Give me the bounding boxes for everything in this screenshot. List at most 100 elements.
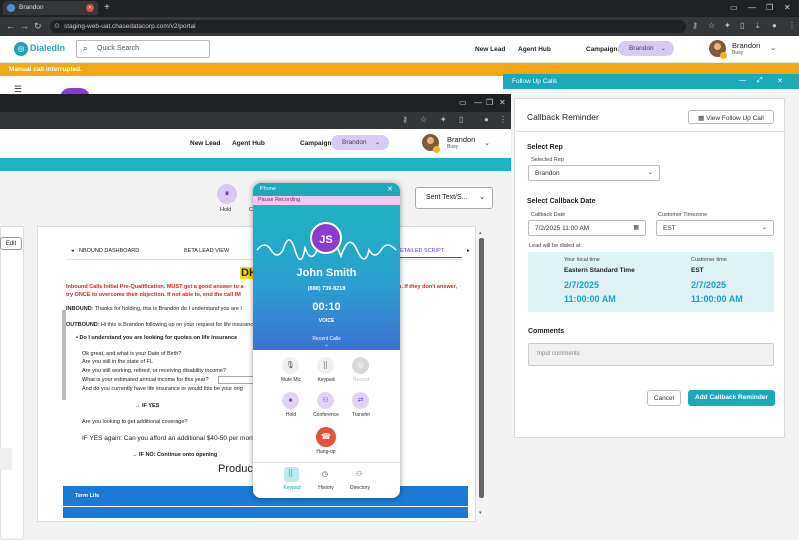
window2-close-icon[interactable]: ✕: [499, 98, 506, 107]
mute-mic-icon[interactable]: 🎙: [282, 357, 299, 374]
products-heading: Produc: [218, 463, 253, 475]
term-life-row-2: [63, 506, 468, 518]
view-follow-up-call-button[interactable]: ▦ View Follow Up Call: [688, 110, 774, 124]
script-line-work: Are you still working, retired, or recei…: [82, 368, 226, 374]
record-label: Record: [352, 377, 370, 383]
customer-timezone-select[interactable]: EST ⌄: [656, 220, 774, 236]
script-scrollbar[interactable]: [479, 238, 484, 498]
sidepanel-icon[interactable]: ▯: [740, 21, 744, 30]
close-phone-icon[interactable]: ✕: [387, 185, 393, 193]
user-menu-chevron-icon[interactable]: ⌄: [770, 44, 776, 52]
menu-kebab-icon[interactable]: ⋮: [499, 115, 507, 124]
key-icon[interactable]: ⚷: [692, 21, 698, 30]
scroll-up-icon[interactable]: ▴: [479, 230, 482, 236]
download-icon[interactable]: ⤓: [756, 21, 760, 31]
footer-keypad-icon[interactable]: ⣿: [288, 469, 293, 477]
key-icon[interactable]: ⚷: [402, 115, 408, 124]
campaign-select[interactable]: Brandon ⌄: [618, 41, 674, 56]
calendar-picker-icon[interactable]: ▦: [633, 224, 639, 231]
callback-date-input[interactable]: 7/2/2025 11:00 AM ▦: [528, 220, 646, 236]
transfer-icon[interactable]: ⇄: [352, 392, 369, 409]
hold-button[interactable]: ⏸: [217, 184, 237, 204]
search-input[interactable]: ⌕ Quick Search: [76, 40, 210, 58]
customer-timezone-label: Customer Timezone: [658, 212, 708, 218]
edit-button[interactable]: Edit: [0, 237, 22, 250]
customer-time: 11:00:00 AM: [691, 294, 743, 304]
script-line-income: What is your estimated annual income for…: [82, 377, 209, 383]
extensions-icon[interactable]: ✦: [724, 21, 731, 30]
tab-inbound-dashboard[interactable]: NBOUND DASHBOARD: [79, 248, 139, 254]
tab-detailed-script[interactable]: ETAILED SCRIPT: [400, 248, 444, 254]
window-minimize-icon[interactable]: —: [748, 3, 756, 12]
customer-timezone: EST: [691, 267, 704, 274]
keypad-icon[interactable]: ⣿: [317, 357, 334, 374]
tab-beta-lead-view[interactable]: BETA LEAD VIEW: [184, 248, 229, 254]
window2-tab-icon[interactable]: ▭: [459, 98, 467, 107]
add-callback-reminder-button[interactable]: Add Callback Reminder: [688, 390, 775, 406]
bookmark-icon[interactable]: ☆: [420, 115, 427, 124]
sent-text-value: Sent Text/S...: [426, 194, 468, 201]
minimize-panel-icon[interactable]: —: [739, 77, 746, 84]
profile-icon[interactable]: ●: [772, 21, 777, 30]
bookmark-icon[interactable]: ☆: [708, 21, 715, 30]
extensions-icon[interactable]: ✦: [440, 115, 447, 124]
sidepanel-icon[interactable]: ▯: [459, 115, 463, 124]
outbound-line: OUTBOUND: Hi this is Brandon following u…: [66, 322, 253, 329]
new-lead-link[interactable]: New Lead: [475, 46, 505, 53]
tab-prev-arrow-icon[interactable]: ◂: [71, 248, 74, 254]
hold-icon[interactable]: ⏸: [282, 392, 299, 409]
inner-new-lead-link[interactable]: New Lead: [190, 140, 220, 147]
close-panel-icon[interactable]: ✕: [777, 77, 783, 85]
cancel-button[interactable]: Cancel: [647, 390, 681, 406]
new-tab-icon[interactable]: +: [104, 2, 110, 13]
follow-up-panel-header: Follow Up Calls — ⤢ ✕: [503, 74, 799, 89]
inner-scrollbar[interactable]: [62, 310, 66, 400]
sent-text-select[interactable]: Sent Text/S... ⌄: [415, 187, 493, 209]
local-timezone: Eastern Standard Time: [564, 267, 635, 274]
callback-reminder-title: Callback Reminder: [527, 112, 599, 122]
active-tab-underline: [400, 257, 462, 258]
inner-agent-hub-link[interactable]: Agent Hub: [232, 140, 265, 147]
dialedin-logo-icon: ◎: [14, 42, 28, 56]
browser-tab-bar: Brandon ✕ + ▭ — ❐ ✕: [0, 0, 799, 17]
script-red-line-1: Inbound Calls Initial Pre-Qualification.…: [66, 284, 244, 290]
profile-icon[interactable]: ●: [484, 115, 489, 124]
expand-panel-icon[interactable]: ⤢: [757, 77, 763, 85]
inner-user-menu-chevron-icon[interactable]: ⌄: [484, 139, 490, 147]
local-time: 11:00:00 AM: [564, 294, 616, 304]
minimize-icon[interactable]: ▭: [730, 3, 738, 12]
window-maximize-icon[interactable]: ❐: [766, 3, 773, 12]
selected-rep-select[interactable]: Brandon ⌄: [528, 165, 660, 181]
close-tab-icon[interactable]: ✕: [86, 4, 94, 12]
phone-footer: [253, 462, 400, 498]
menu-kebab-icon[interactable]: ⋮: [788, 21, 796, 30]
comments-textarea[interactable]: Input comments: [528, 343, 774, 366]
forward-icon[interactable]: →: [20, 21, 29, 31]
back-icon[interactable]: ←: [6, 21, 15, 31]
script-if-no: → IF NO: Continue onto opening: [132, 452, 218, 458]
url-field[interactable]: ⊙ staging-web-uat.chasedatacorp.com/v2/p…: [50, 20, 686, 33]
chevron-down-icon[interactable]: ⌄: [253, 342, 400, 348]
inner-campaign-select[interactable]: Brandon ⌄: [331, 135, 389, 150]
scroll-down-icon[interactable]: ▾: [479, 510, 482, 516]
hang-up-button[interactable]: ☎: [316, 427, 336, 447]
window2-maximize-icon[interactable]: ❐: [486, 98, 493, 107]
window-close-icon[interactable]: ✕: [784, 3, 791, 12]
window2-minimize-icon[interactable]: —: [474, 98, 482, 107]
footer-directory-label[interactable]: Directory: [340, 485, 380, 491]
conference-icon[interactable]: ⚇: [317, 392, 334, 409]
teal-strip: [0, 158, 511, 171]
browser-tab[interactable]: Brandon ✕: [3, 1, 98, 15]
agent-hub-link[interactable]: Agent Hub: [518, 46, 551, 53]
script-bullet-1-text: Do I understand you are looking for quot…: [79, 335, 238, 341]
chevron-down-icon: ⌄: [660, 46, 666, 52]
script-line-state: Are you still in the state of FL: [82, 359, 153, 365]
income-input[interactable]: [218, 376, 254, 384]
user-status: Busy: [732, 50, 744, 56]
site-info-icon[interactable]: ⊙: [54, 22, 60, 30]
pause-recording-button[interactable]: Pause Recording: [253, 196, 400, 205]
history-icon[interactable]: ◷: [322, 470, 328, 478]
directory-icon[interactable]: ⚇: [356, 470, 362, 478]
reload-icon[interactable]: ↻: [34, 21, 42, 32]
tab-next-arrow-icon[interactable]: ▸: [467, 248, 470, 254]
